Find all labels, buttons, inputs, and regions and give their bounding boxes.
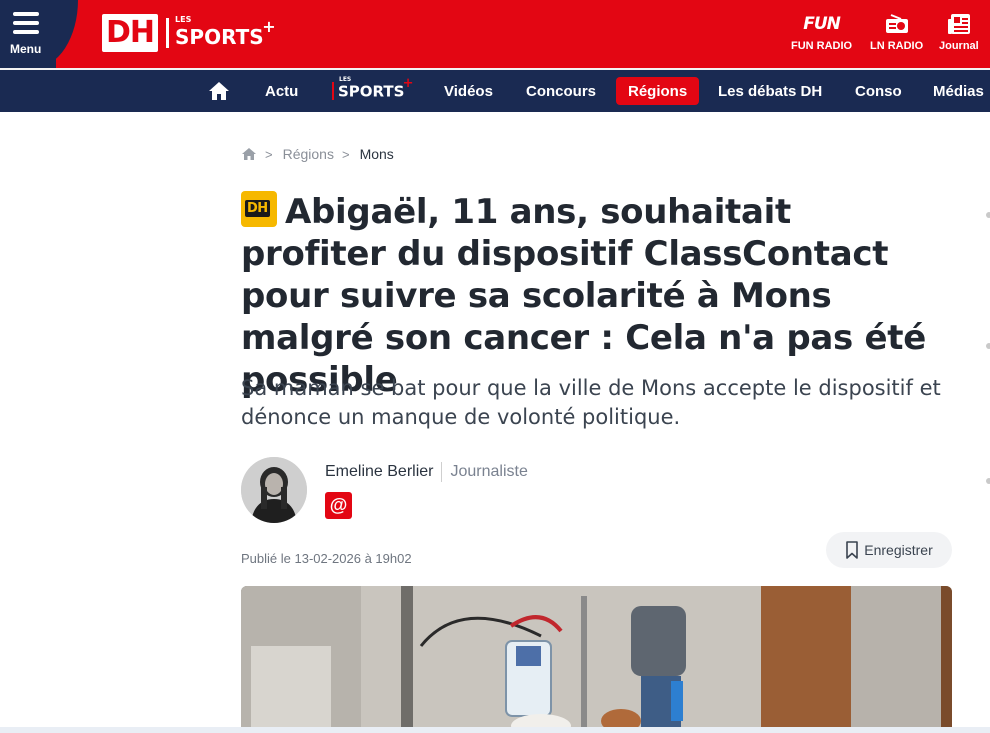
breadcrumb: > Régions > Mons — [241, 146, 394, 162]
published-date: Publié le 13-02-2026 à 19h02 — [241, 551, 412, 566]
author-role: Journaliste — [450, 463, 528, 480]
fun-radio-link[interactable]: FUN FUN RADIO — [791, 12, 852, 52]
logo-les-text: LES — [175, 15, 192, 24]
breadcrumb-regions[interactable]: Régions — [283, 146, 334, 162]
scroll-marker — [986, 212, 990, 218]
journal-label: Journal — [939, 40, 979, 52]
breadcrumb-mons[interactable]: Mons — [360, 146, 394, 162]
nav-home[interactable] — [208, 70, 230, 112]
ln-radio-label: LN RADIO — [870, 40, 924, 52]
logo-dh: DH — [102, 14, 159, 52]
home-icon[interactable] — [241, 147, 257, 161]
nav-item-les-debats-dh[interactable]: Les débats DH — [718, 70, 822, 112]
journal-link[interactable]: Journal — [939, 12, 979, 52]
scroll-marker — [986, 478, 990, 484]
ln-radio-link[interactable]: LN RADIO — [870, 12, 923, 52]
radio-icon — [885, 12, 909, 36]
nav-item-regions[interactable]: Régions — [616, 77, 700, 105]
menu-button[interactable]: Menu — [0, 0, 78, 68]
logo-divider — [166, 18, 170, 48]
main-nav: Actu LES SPORTS + Vidéos Concours Régions … — [0, 68, 990, 112]
nav-item-conso[interactable]: Conso — [855, 70, 902, 112]
author-name[interactable]: Emeline Berlier — [325, 463, 433, 481]
article-subtitle: Sa maman se bat pour que la ville de Mon… — [241, 376, 941, 429]
byline-divider — [441, 462, 443, 482]
nav-item-videos[interactable]: Vidéos — [444, 70, 493, 112]
hamburger-icon — [13, 12, 39, 39]
email-author-icon[interactable]: @ — [325, 492, 352, 519]
article-title: DH Abigaël, 11 ans, souhaitait profiter d… — [241, 191, 941, 401]
logo-sports-text: SPORTS — [175, 25, 264, 49]
chevron-right-icon: > — [265, 146, 273, 162]
author-avatar[interactable] — [241, 457, 307, 523]
save-article-label: Enregistrer — [864, 542, 933, 558]
logo-plus-text: + — [262, 17, 276, 36]
fun-radio-label: FUN RADIO — [791, 40, 853, 52]
nav-item-medias[interactable]: Médias — [933, 70, 984, 112]
bottom-scrollbar[interactable] — [0, 727, 990, 733]
chevron-right-icon: > — [341, 146, 350, 162]
scroll-marker — [986, 343, 990, 349]
save-article-button[interactable]: Enregistrer — [826, 532, 952, 568]
nav-item-les-sports[interactable]: LES SPORTS + — [332, 70, 413, 112]
dh-premium-badge-icon: DH — [241, 191, 277, 227]
nav-les-sports-logo: LES SPORTS + — [332, 76, 413, 101]
article-hero-image[interactable] — [241, 586, 952, 733]
top-header: Menu DH LES SPORTS + FUN FUN RADIO LN RA… — [0, 0, 990, 68]
newspaper-icon — [947, 12, 971, 36]
logo-les-sports: LES SPORTS + — [175, 15, 276, 49]
nav-item-actu[interactable]: Actu — [265, 70, 298, 112]
menu-label: Menu — [10, 42, 42, 56]
article-title-text: Abigaël, 11 ans, souhaitait profiter du … — [241, 192, 926, 400]
fun-radio-logo-icon: FUN — [803, 14, 841, 34]
home-icon — [209, 82, 229, 100]
nav-item-concours[interactable]: Concours — [526, 70, 596, 112]
bookmark-icon — [846, 541, 859, 559]
author-byline: Emeline Berlier Journaliste — [325, 462, 528, 482]
site-logo[interactable]: DH LES SPORTS + — [102, 14, 276, 52]
